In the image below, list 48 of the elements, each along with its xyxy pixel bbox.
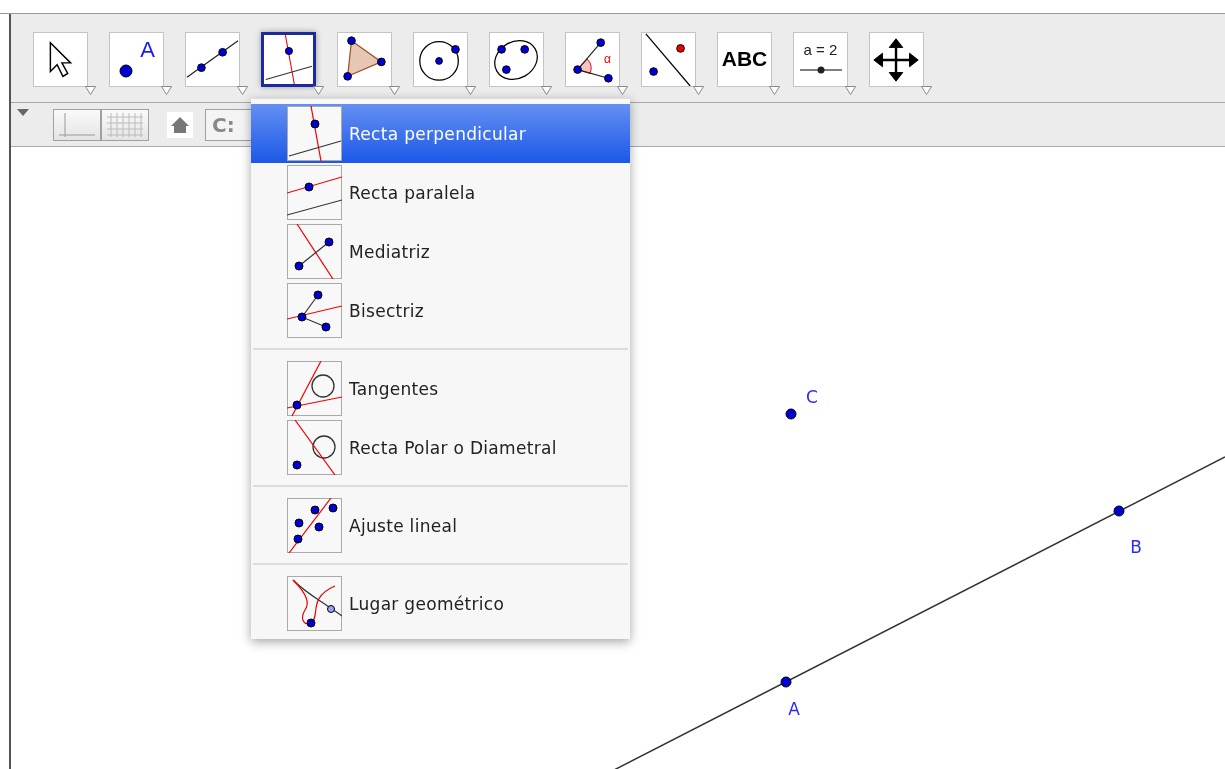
dropdown-triangle-icon[interactable] <box>161 86 172 95</box>
dropdown-triangle-icon[interactable] <box>465 86 476 95</box>
tool-button[interactable]: A <box>109 32 164 87</box>
menu-item[interactable]: Recta perpendicular <box>251 104 630 163</box>
point-label: C <box>806 387 818 407</box>
menu-item[interactable]: Mediatriz <box>251 222 630 281</box>
perpendicular-lines-icon <box>287 106 342 161</box>
grid-toggle-button[interactable] <box>101 108 149 141</box>
dropdown-triangle-icon[interactable] <box>237 86 248 95</box>
axes-toggle-button[interactable] <box>53 108 101 141</box>
tool-label: A <box>140 39 155 61</box>
tool-button[interactable]: a = 2 <box>793 32 848 87</box>
dropdown-triangle-icon[interactable] <box>313 86 324 95</box>
dropdown-triangle-icon[interactable] <box>769 86 780 95</box>
dropdown-triangle-icon[interactable] <box>845 86 856 95</box>
tool-button[interactable]: α <box>565 32 620 87</box>
menu-item[interactable]: Recta paralela <box>251 163 630 222</box>
point-label: A <box>788 699 800 719</box>
slider-icon <box>799 65 843 75</box>
point-label: B <box>1130 537 1142 557</box>
menu-item[interactable]: Tangentes <box>251 359 630 418</box>
menu-item[interactable]: Bisectriz <box>251 281 630 340</box>
perpendicular-lines-icon <box>264 35 313 84</box>
tool-button[interactable] <box>261 32 316 87</box>
tool-label: ABC <box>720 48 769 69</box>
point <box>785 408 797 420</box>
point <box>780 676 792 688</box>
dropdown-triangle-icon[interactable] <box>693 86 704 95</box>
dropdown-triangle-icon[interactable] <box>85 86 96 95</box>
tangent-lines-icon <box>287 361 342 416</box>
dropdown-triangle-icon[interactable] <box>389 86 400 95</box>
parallel-lines-icon <box>287 165 342 220</box>
dropdown-triangle-icon[interactable] <box>617 86 628 95</box>
tool-label: a = 2 <box>802 42 839 57</box>
menu-item[interactable]: Lugar geométrico <box>251 574 630 633</box>
crossing-lines-icon <box>287 224 342 279</box>
tool-label: α <box>604 53 611 65</box>
menu-item[interactable]: Recta Polar o Diametral <box>251 418 630 477</box>
point-icon <box>119 64 133 78</box>
dropdown-triangle-icon[interactable] <box>541 86 552 95</box>
caret-icon[interactable] <box>17 109 29 117</box>
point <box>1113 505 1125 517</box>
dropdown-triangle-icon[interactable] <box>921 86 932 95</box>
angle-bisector-icon <box>287 283 342 338</box>
curve-icon <box>287 576 342 631</box>
menu-item[interactable]: Ajuste lineal <box>251 496 630 555</box>
tool-button[interactable]: ABC <box>717 32 772 87</box>
home-button[interactable] <box>167 111 193 138</box>
